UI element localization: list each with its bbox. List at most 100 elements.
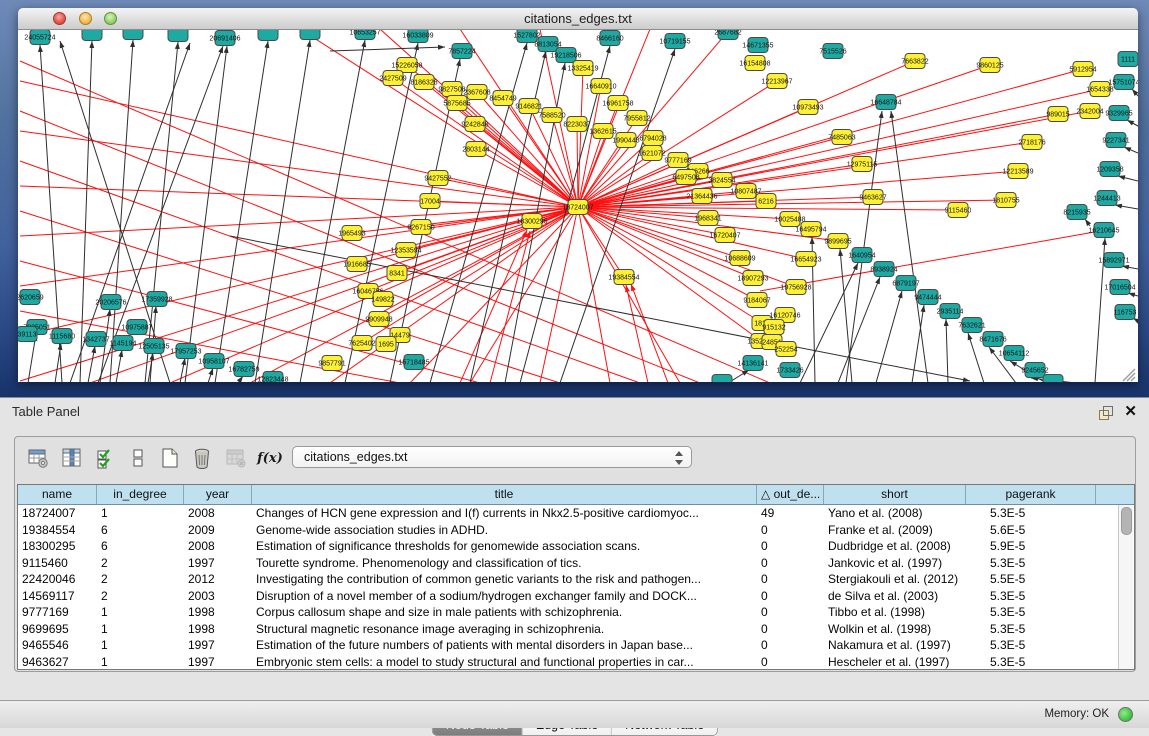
graph-node[interactable]: 1115680 [49,329,75,344]
graph-node[interactable]: 1362615 [589,124,616,139]
table-select-dropdown[interactable]: citations_edges.txt [292,446,692,468]
graph-node[interactable]: 16210645 [1088,223,1119,238]
graph-node[interactable]: 9827508 [438,82,465,97]
graph-node[interactable]: 9329965 [1105,106,1132,121]
graph-node[interactable]: 19756928 [780,280,811,295]
graph-node[interactable]: 2718176 [1018,135,1045,150]
graph-node[interactable]: 7485063 [828,130,855,145]
graph-node[interactable]: 20691406 [209,31,240,46]
table-row[interactable]: 1872400712008Changes of HCN gene express… [18,505,1134,522]
graph-node[interactable]: 8454749 [489,91,516,106]
graph-node[interactable]: 7857224 [448,44,475,59]
table-row[interactable]: 2242004622012Investigating the contribut… [18,571,1134,588]
graph-node[interactable]: 1968341 [694,211,721,226]
graph-node[interactable]: 12823448 [257,372,288,383]
graph-node[interactable]: 10688609 [724,251,755,266]
graph-node[interactable]: 24055724 [24,30,55,45]
graph-node[interactable] [82,30,102,41]
graph-node[interactable]: 5875685 [443,96,470,111]
graph-node[interactable]: 9146821 [515,99,542,114]
graph-node[interactable] [300,30,320,40]
select-all-button[interactable] [93,445,119,471]
scrollbar-thumb[interactable] [1121,507,1132,535]
graph-node[interactable]: 8471676 [979,332,1006,347]
graph-node[interactable]: 9242848 [461,117,488,132]
graph-node[interactable]: 1916685 [343,257,370,272]
graph-node[interactable]: 10654112 [999,346,1030,361]
graph-node[interactable]: 10958107 [198,354,229,369]
graph-node[interactable]: 1965493 [338,226,365,241]
graph-node[interactable]: 17004 [420,194,440,209]
graph-node[interactable] [712,375,732,383]
graph-node[interactable]: 9860125 [976,58,1003,73]
graph-node[interactable]: 9899695 [824,234,851,249]
destroy-table-button[interactable] [223,445,249,471]
graph-node[interactable]: 14671355 [742,38,773,53]
show-columns-button[interactable] [59,445,85,471]
network-view-window[interactable]: citations_edges.txt 24055724206914061065… [18,8,1138,382]
graph-node[interactable]: 6216 [756,194,776,209]
graph-node[interactable]: 1111 [1118,52,1138,67]
vertical-scrollbar[interactable] [1118,505,1133,669]
delete-table-button[interactable] [189,445,215,471]
graph-node[interactable]: 2342004 [1076,104,1103,119]
graph-node[interactable] [168,30,188,42]
graph-node[interactable]: 1621072 [638,146,665,161]
attribute-table[interactable]: namein_degreeyeartitle△ out_de...shortpa… [17,484,1135,670]
graph-node[interactable]: 1640954 [848,248,875,263]
graph-node[interactable]: 16720407 [709,228,740,243]
graph-node[interactable]: 6794028 [639,131,666,146]
graph-node[interactable]: 2803144 [462,142,489,157]
graph-node[interactable]: 149822 [371,292,394,307]
graph-node[interactable]: 19384554 [608,270,639,285]
graph-node[interactable]: 5912954 [1069,62,1096,77]
graph-node[interactable]: 2427509 [379,71,406,86]
graph-node[interactable]: 116753 [1114,305,1137,320]
graph-node[interactable] [1043,375,1063,383]
new-table-button[interactable] [157,445,183,471]
graph-node[interactable]: 6879197 [892,276,919,291]
table-row[interactable]: 946554611997Estimation of the future num… [18,637,1134,654]
graph-node[interactable]: 12505135 [138,339,169,354]
graph-node[interactable]: 17016504 [1104,280,1135,295]
table-row[interactable]: 969969511998Structural magnetic resonanc… [18,621,1134,638]
resize-grip[interactable] [1123,369,1135,381]
column-header[interactable]: title [252,485,757,504]
graph-node[interactable]: 18907293 [737,271,768,286]
graph-node[interactable]: 1695 [376,337,396,352]
graph-node[interactable]: 14136141 [737,356,768,371]
graph-node[interactable]: 16154808 [739,56,770,71]
graph-node[interactable]: 8466160 [596,31,623,46]
graph-node[interactable]: 8186328 [410,75,437,90]
graph-node[interactable]: 989015 [1046,107,1069,122]
graph-node[interactable]: 12353594 [390,243,421,258]
graph-node[interactable]: 16961758 [602,96,633,111]
table-settings-button[interactable] [25,445,51,471]
graph-node[interactable]: 7625402 [348,336,375,351]
graph-node[interactable]: 8223037 [563,117,590,132]
graph-node[interactable]: 1990448 [612,133,639,148]
graph-node[interactable]: 7663822 [901,54,928,69]
graph-node[interactable]: 1145194 [110,336,137,351]
table-row[interactable]: 911546021997Tourette syndrome. Phenomeno… [18,555,1134,572]
column-header[interactable]: △ out_de... [757,485,824,504]
graph-node[interactable]: 16782759 [228,362,259,377]
graph-node[interactable]: 16654923 [790,252,821,267]
float-panel-icon[interactable] [1099,406,1113,419]
graph-node[interactable]: 2367608 [463,85,490,100]
graph-node[interactable]: 12213589 [1002,164,1033,179]
graph-node[interactable]: 16033809 [402,30,433,43]
graph-node[interactable]: 1209358 [1096,162,1123,177]
graph-node[interactable]: 3824554 [708,173,735,188]
graph-node[interactable]: 9427552 [424,171,451,186]
table-body[interactable]: 1872400712008Changes of HCN gene express… [18,505,1134,670]
graph-node[interactable]: 16640910 [585,79,616,94]
function-builder-button[interactable]: f(x) [257,445,283,471]
graph-node[interactable]: 12213967 [761,74,792,89]
network-graph[interactable]: 2405572420691406106532571603380978572241… [18,30,1138,382]
graph-node[interactable]: 8215935 [1063,205,1090,220]
graph-node[interactable]: 252254 [774,342,797,357]
graph-node[interactable]: 17957253 [170,344,201,359]
table-row[interactable]: 1830029562008Estimation of significance … [18,538,1134,555]
column-header[interactable]: year [184,485,252,504]
